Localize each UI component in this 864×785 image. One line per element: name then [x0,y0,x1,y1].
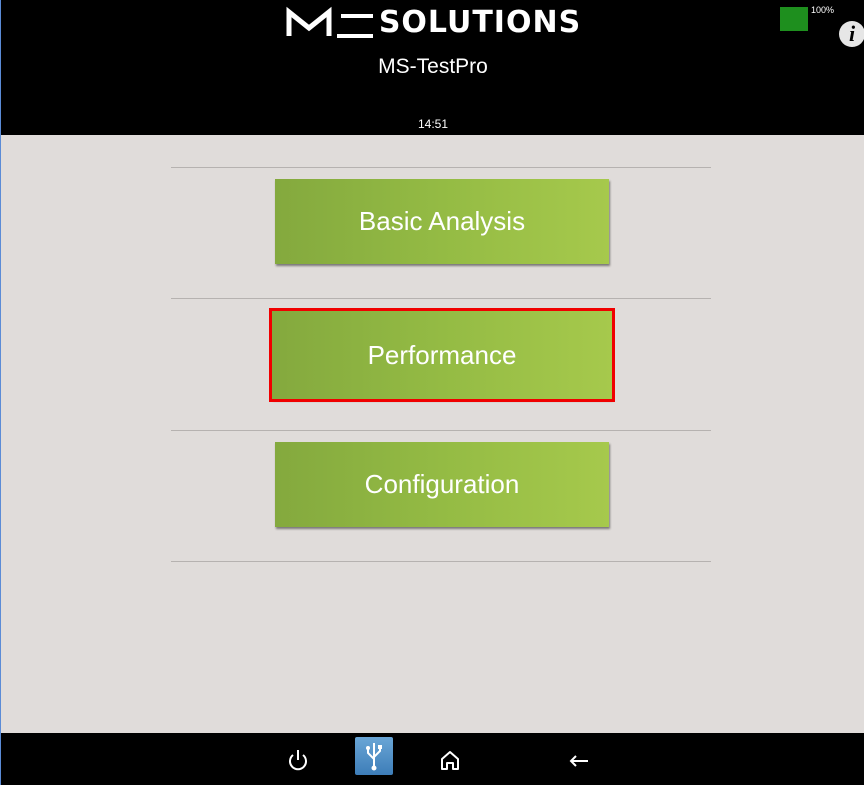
logo: SOLUTIONS [1,6,864,46]
logo-text: SOLUTIONS [378,5,582,40]
divider [171,430,711,431]
basic-analysis-button[interactable]: Basic Analysis [275,179,609,264]
footer-bar [1,733,864,785]
configuration-button[interactable]: Configuration [275,442,609,527]
divider [171,167,711,168]
battery-icon [780,7,808,31]
home-icon[interactable] [437,747,463,773]
battery-level: 100% [811,5,835,15]
ms-logo-icon [286,6,373,38]
power-icon[interactable] [285,747,311,773]
header-bar: SOLUTIONS MS-TestPro 14:51 100% i [1,0,864,135]
app-window: SOLUTIONS MS-TestPro 14:51 100% i Basic … [0,0,864,785]
clock: 14:51 [417,117,449,131]
divider [171,298,711,299]
divider [171,561,711,562]
app-title: MS-TestPro [378,55,488,78]
performance-button[interactable]: Performance [269,308,615,402]
usb-icon[interactable] [355,737,393,775]
back-icon[interactable] [564,747,594,773]
info-icon[interactable]: i [839,21,864,47]
